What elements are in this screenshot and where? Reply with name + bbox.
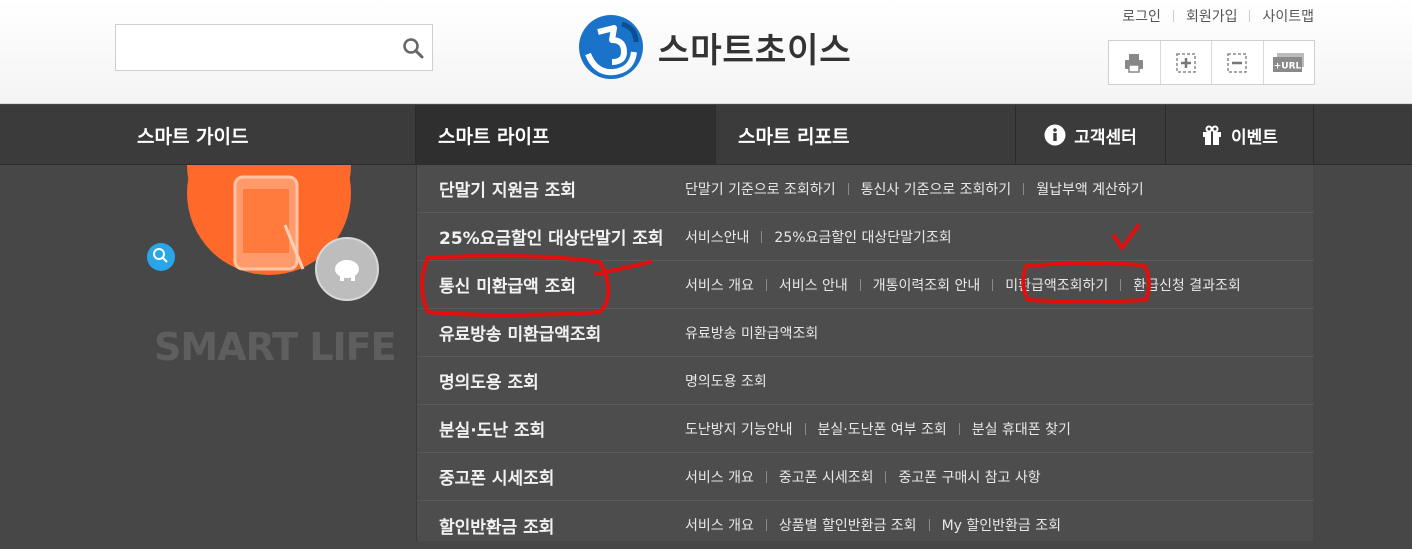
menu-link[interactable]: 유료방송 미환급액조회 — [685, 323, 818, 343]
divider — [1313, 105, 1314, 165]
menu-title[interactable]: 분실·도난 조회 — [439, 416, 545, 441]
menu-links: 도난방지 기능안내 분실·도난폰 여부 조회 분실 휴대폰 찾기 — [685, 419, 1071, 439]
menu-link[interactable]: 25%요금할인 대상단말기조회 — [774, 227, 951, 247]
submenu-panel: 단말기 지원금 조회 단말기 기준으로 조회하기 통신사 기준으로 조회하기 월… — [416, 165, 1314, 541]
menu-links: 서비스 개요 상품별 할인반환금 조회 My 할인반환금 조회 — [685, 515, 1061, 535]
svg-text:+URL: +URL — [1273, 61, 1301, 71]
signup-link[interactable]: 회원가입 — [1186, 6, 1238, 26]
menu-links: 서비스 개요 서비스 안내 개통이력조회 안내 미환급액조회하기 환급신청 결과… — [685, 275, 1241, 295]
search-input[interactable] — [124, 35, 394, 61]
sitemap-link[interactable]: 사이트맵 — [1262, 6, 1314, 26]
menu-title[interactable]: 유료방송 미환급액조회 — [439, 320, 601, 345]
menu-row: 분실·도난 조회 도난방지 기능안내 분실·도난폰 여부 조회 분실 휴대폰 찾… — [417, 405, 1314, 453]
menu-title[interactable]: 명의도용 조회 — [439, 368, 539, 393]
nav-event[interactable]: 이벤트 — [1166, 105, 1313, 165]
menu-title[interactable]: 중고폰 시세조회 — [439, 464, 554, 489]
menu-link[interactable]: 상품별 할인반환금 조회 — [779, 515, 917, 535]
menu-link[interactable]: My 할인반환금 조회 — [942, 515, 1061, 535]
nav-smart-report[interactable]: 스마트 리포트 — [716, 105, 1015, 165]
divider — [1249, 10, 1251, 22]
menu-link[interactable]: 통신사 기준으로 조회하기 — [861, 179, 1012, 199]
logo-text: 스마트초이스 — [658, 30, 852, 71]
menu-links: 명의도용 조회 — [685, 371, 767, 391]
menu-row: 유료방송 미환급액조회 유료방송 미환급액조회 — [417, 309, 1314, 357]
menu-links: 단말기 기준으로 조회하기 통신사 기준으로 조회하기 월납부액 계산하기 — [685, 179, 1144, 199]
divider — [804, 422, 806, 435]
menu-link[interactable]: 서비스안내 — [685, 227, 749, 247]
menu-row: 통신 미환급액 조회 서비스 개요 서비스 안내 개통이력조회 안내 미환급액조… — [417, 261, 1314, 309]
smart-life-label: SMART LIFE — [154, 325, 397, 369]
menu-link[interactable]: 중고폰 구매시 참고 사항 — [898, 467, 1040, 487]
divider — [765, 470, 767, 483]
menu-link[interactable]: 분실·도난폰 여부 조회 — [818, 419, 947, 439]
zoom-in-button[interactable] — [1161, 41, 1212, 84]
menu-row: 명의도용 조회 명의도용 조회 — [417, 357, 1314, 405]
menu-row: 25%요금할인 대상단말기 조회 서비스안내 25%요금할인 대상단말기조회 — [417, 213, 1314, 261]
menu-link[interactable]: 개통이력조회 안내 — [873, 275, 981, 295]
menu-link[interactable]: 명의도용 조회 — [685, 371, 767, 391]
divider — [958, 422, 960, 435]
nav-label: 스마트 라이프 — [438, 125, 550, 148]
info-icon — [1044, 124, 1066, 146]
printer-icon — [1125, 53, 1144, 73]
menu-links: 서비스안내 25%요금할인 대상단말기조회 — [685, 227, 952, 247]
main-nav: 스마트 가이드 스마트 라이프 스마트 리포트 고객센터 이벤트 — [0, 105, 1412, 165]
menu-row: 단말기 지원금 조회 단말기 기준으로 조회하기 통신사 기준으로 조회하기 월… — [417, 165, 1314, 213]
header: 스마트초이스 로그인 회원가입 사이트맵 +URL — [0, 0, 1412, 104]
search-box[interactable] — [115, 24, 433, 71]
divider — [765, 278, 767, 291]
utility-links: 로그인 회원가입 사이트맵 — [1122, 6, 1314, 26]
smart-life-illustration — [147, 165, 379, 301]
logo-mark-icon — [579, 15, 643, 79]
menu-link[interactable]: 도난방지 기능안내 — [685, 419, 793, 439]
menu-link[interactable]: 서비스 안내 — [779, 275, 848, 295]
toolbar: +URL — [1108, 40, 1315, 85]
zoom-out-icon — [1227, 52, 1247, 73]
nav-smart-life[interactable]: 스마트 라이프 — [416, 105, 715, 165]
divider — [765, 519, 767, 531]
menu-link[interactable]: 서비스 개요 — [685, 467, 754, 487]
divider — [859, 278, 861, 291]
menu-title[interactable]: 단말기 지원금 조회 — [439, 176, 576, 201]
print-button[interactable] — [1109, 41, 1161, 84]
menu-link[interactable]: 서비스 개요 — [685, 515, 754, 535]
divider — [847, 182, 849, 195]
menu-title[interactable]: 25%요금할인 대상단말기 조회 — [439, 224, 664, 249]
url-icon: +URL — [1272, 52, 1304, 72]
menu-row: 중고폰 시세조회 서비스 개요 중고폰 시세조회 중고폰 구매시 참고 사항 — [417, 453, 1314, 501]
zoom-out-button[interactable] — [1212, 41, 1264, 84]
login-link[interactable]: 로그인 — [1122, 6, 1161, 26]
divider — [928, 519, 930, 531]
menu-link[interactable]: 환급신청 결과조회 — [1133, 275, 1241, 295]
site-logo[interactable]: 스마트초이스 — [578, 14, 852, 80]
menu-link[interactable]: 분실 휴대폰 찾기 — [972, 419, 1071, 439]
divider — [761, 230, 763, 243]
menu-title[interactable]: 할인반환금 조회 — [439, 513, 554, 538]
nav-label: 스마트 가이드 — [137, 125, 249, 148]
menu-link[interactable]: 미환급액조회하기 — [1005, 275, 1108, 295]
menu-title[interactable]: 통신 미환급액 조회 — [439, 272, 576, 297]
menu-links: 유료방송 미환급액조회 — [685, 323, 818, 343]
nav-label: 스마트 리포트 — [738, 125, 850, 148]
search-icon[interactable] — [402, 37, 424, 59]
menu-link[interactable]: 서비스 개요 — [685, 275, 754, 295]
menu-link[interactable]: 단말기 기준으로 조회하기 — [685, 179, 836, 199]
nav-customer-center[interactable]: 고객센터 — [1016, 105, 1165, 165]
divider — [1023, 182, 1025, 195]
gift-icon — [1203, 125, 1222, 145]
divider — [1172, 10, 1174, 22]
divider — [885, 470, 887, 483]
menu-link[interactable]: 월납부액 계산하기 — [1036, 179, 1144, 199]
divider — [1120, 278, 1122, 291]
menu-row: 할인반환금 조회 서비스 개요 상품별 할인반환금 조회 My 할인반환금 조회 — [417, 501, 1314, 549]
copy-url-button[interactable]: +URL — [1264, 41, 1315, 84]
zoom-in-icon — [1176, 52, 1196, 73]
nav-label: 고객센터 — [1074, 127, 1137, 148]
nav-label: 이벤트 — [1231, 127, 1278, 148]
divider — [992, 278, 994, 291]
nav-smart-guide[interactable]: 스마트 가이드 — [115, 105, 415, 165]
menu-links: 서비스 개요 중고폰 시세조회 중고폰 구매시 참고 사항 — [685, 467, 1041, 487]
menu-link[interactable]: 중고폰 시세조회 — [779, 467, 874, 487]
